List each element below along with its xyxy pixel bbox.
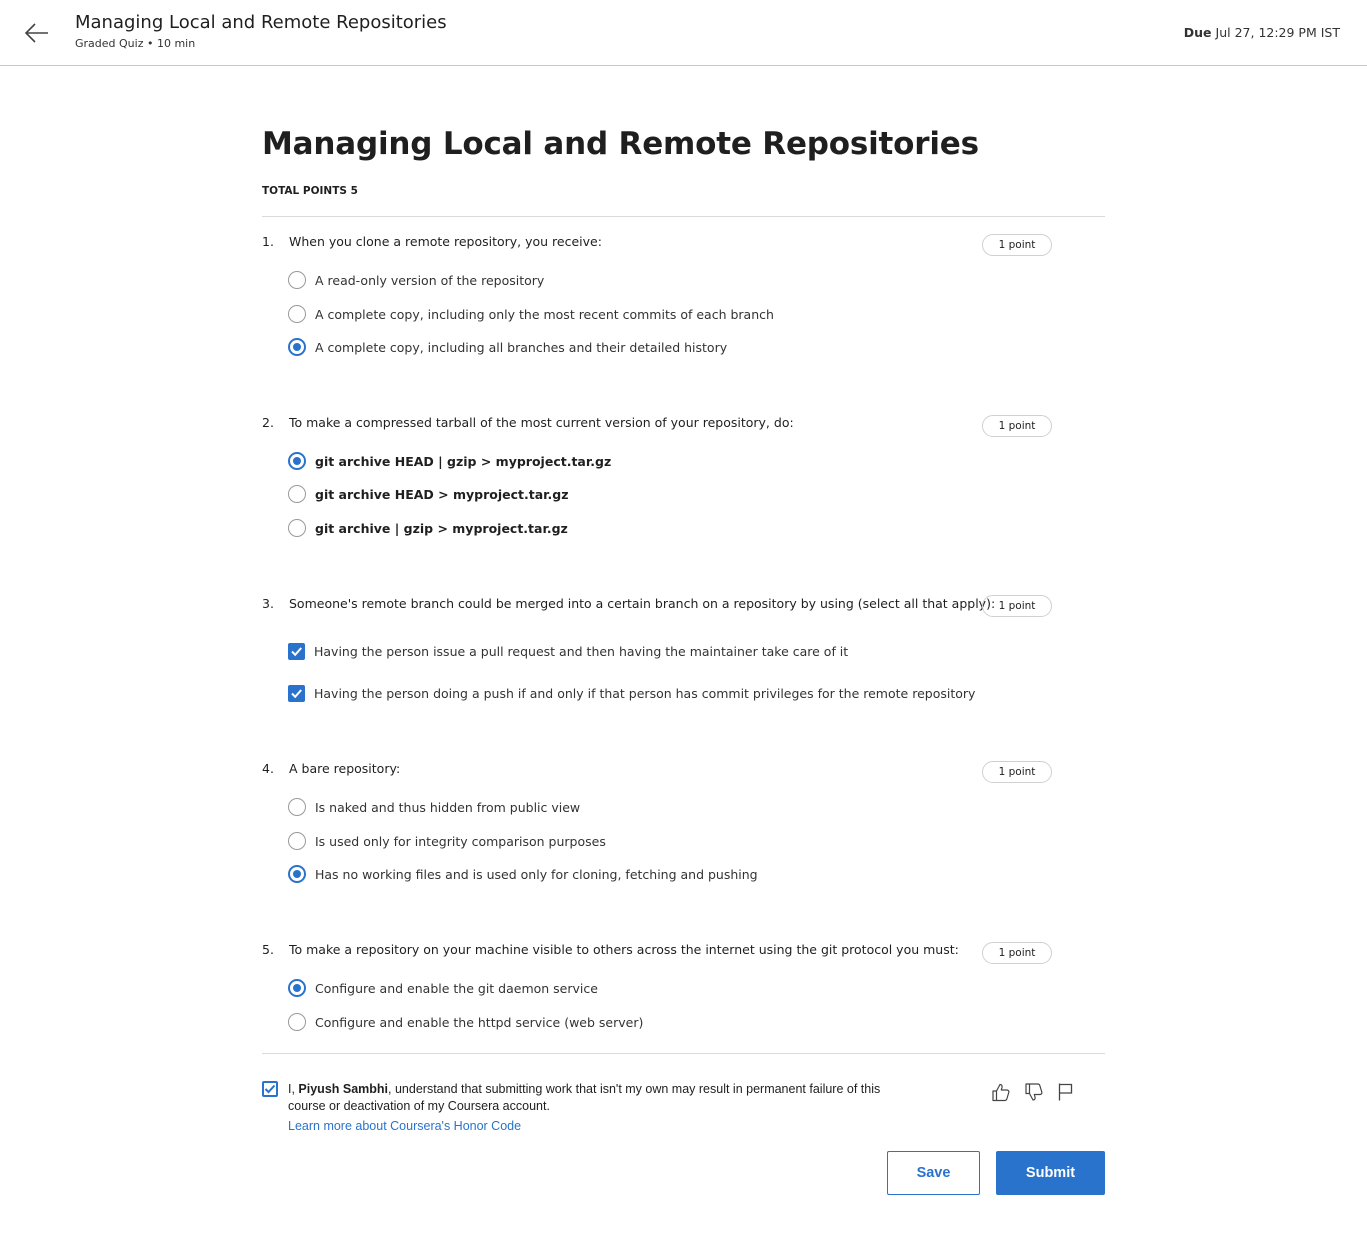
question-number: 5. (262, 942, 274, 957)
checkbox-checked[interactable] (288, 642, 305, 660)
points-badge: 1 point (982, 415, 1052, 437)
points-badge: 1 point (982, 234, 1052, 256)
option-label: Having the person issue a pull request a… (314, 643, 849, 659)
question-text: To make a compressed tarball of the most… (289, 415, 794, 430)
option-label: git archive HEAD | gzip > myproject.tar.… (315, 453, 612, 469)
radio-button-selected[interactable] (288, 338, 306, 356)
question-text: A bare repository: (289, 761, 401, 776)
thumbs-up-icon[interactable] (990, 1081, 1012, 1103)
option-label: Is used only for integrity comparison pu… (315, 833, 606, 849)
radio-button[interactable] (288, 271, 306, 289)
header-title: Managing Local and Remote Repositories (75, 12, 447, 33)
submit-button[interactable]: Submit (996, 1151, 1105, 1195)
question-number: 4. (262, 761, 274, 776)
answer-option[interactable]: Configure and enable the httpd service (… (288, 1012, 643, 1032)
option-label: A complete copy, including all branches … (315, 339, 728, 355)
question-number: 3. (262, 596, 274, 611)
option-label: Configure and enable the httpd service (… (315, 1014, 644, 1030)
quiz-title: Managing Local and Remote Repositories (262, 126, 979, 162)
option-label: git archive HEAD > myproject.tar.gz (315, 486, 569, 502)
save-button[interactable]: Save (887, 1151, 980, 1195)
radio-button-selected[interactable] (288, 452, 306, 470)
question-text: To make a repository on your machine vis… (289, 942, 959, 957)
points-badge: 1 point (982, 942, 1052, 964)
radio-button[interactable] (288, 1013, 306, 1031)
honor-code-link[interactable]: Learn more about Coursera's Honor Code (288, 1119, 521, 1133)
due-label: Due (1183, 25, 1212, 40)
option-label: Has no working files and is used only fo… (315, 866, 758, 882)
option-label: Is naked and thus hidden from public vie… (315, 799, 581, 815)
option-label: git archive | gzip > myproject.tar.gz (315, 520, 568, 536)
due-value: Jul 27, 12:29 PM IST (1215, 25, 1340, 40)
divider (262, 1053, 1105, 1054)
honor-code-statement: I, Piyush Sambhi, understand that submit… (288, 1081, 908, 1115)
radio-button[interactable] (288, 305, 306, 323)
honor-code-checkbox[interactable] (262, 1081, 278, 1097)
honor-prefix: I, (288, 1082, 299, 1096)
due-date: Due Jul 27, 12:29 PM IST (1184, 25, 1340, 40)
radio-button[interactable] (288, 485, 306, 503)
radio-button-selected[interactable] (288, 979, 306, 997)
question-number: 1. (262, 234, 274, 249)
answer-option[interactable]: git archive HEAD > myproject.tar.gz (288, 484, 569, 504)
option-label: A read-only version of the repository (315, 272, 545, 288)
points-badge: 1 point (982, 595, 1052, 617)
points-badge: 1 point (982, 761, 1052, 783)
answer-option[interactable]: A complete copy, including only the most… (288, 304, 774, 324)
question-text: When you clone a remote repository, you … (289, 234, 602, 249)
radio-button-selected[interactable] (288, 865, 306, 883)
total-points: TOTAL POINTS 5 (262, 185, 358, 197)
radio-button[interactable] (288, 798, 306, 816)
option-label: Having the person doing a push if and on… (314, 685, 976, 701)
answer-option[interactable]: A read-only version of the repository (288, 270, 544, 290)
answer-option[interactable]: Having the person doing a push if and on… (288, 683, 975, 703)
answer-option[interactable]: git archive HEAD | gzip > myproject.tar.… (288, 451, 611, 471)
answer-option[interactable]: Having the person issue a pull request a… (288, 641, 848, 661)
divider (262, 216, 1105, 217)
option-label: Configure and enable the git daemon serv… (315, 980, 598, 996)
answer-option[interactable]: git archive | gzip > myproject.tar.gz (288, 518, 568, 538)
question-number: 2. (262, 415, 274, 430)
radio-button[interactable] (288, 832, 306, 850)
answer-option[interactable]: Is used only for integrity comparison pu… (288, 831, 606, 851)
checkbox-checked[interactable] (288, 684, 305, 702)
option-label: A complete copy, including only the most… (315, 306, 774, 322)
student-name: Piyush Sambhi (298, 1082, 389, 1096)
top-bar: Managing Local and Remote Repositories G… (0, 0, 1367, 66)
answer-option[interactable]: Is naked and thus hidden from public vie… (288, 797, 580, 817)
back-arrow-icon[interactable] (22, 18, 52, 48)
answer-option[interactable]: Configure and enable the git daemon serv… (288, 978, 598, 998)
radio-button[interactable] (288, 519, 306, 537)
answer-option[interactable]: Has no working files and is used only fo… (288, 864, 758, 884)
header-subtitle: Graded Quiz • 10 min (75, 37, 196, 50)
answer-option[interactable]: A complete copy, including all branches … (288, 337, 727, 357)
flag-icon[interactable] (1055, 1081, 1077, 1103)
thumbs-down-icon[interactable] (1023, 1081, 1045, 1103)
question-text: Someone's remote branch could be merged … (289, 596, 996, 611)
